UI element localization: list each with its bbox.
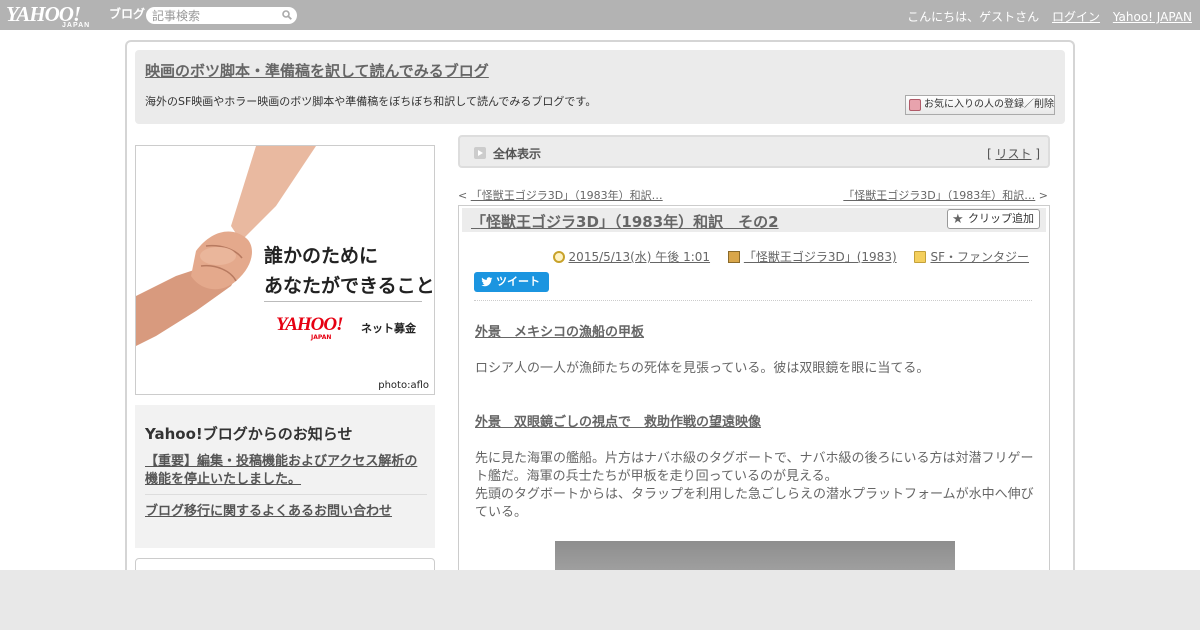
arrow-right-icon — [474, 147, 486, 159]
yahoo-japan-link[interactable]: Yahoo! JAPAN — [1113, 10, 1192, 24]
article-meta: 2015/5/13(水) 午後 1:01 「怪獣王ゴジラ3D」(1983) SF… — [539, 248, 1029, 265]
view-mode-bar: 全体表示 [ リスト ] — [458, 135, 1050, 168]
yahoo-logo: YAHOO! — [276, 314, 343, 335]
login-link[interactable]: ログイン — [1052, 10, 1100, 24]
article-header: 「怪獣王ゴジラ3D」（1983年）和訳 その2 ★ クリップ追加 — [462, 208, 1046, 232]
yahoo-logo-sub: JAPAN — [311, 334, 332, 341]
star-icon: ★ — [952, 212, 964, 227]
yahoo-blog-logo[interactable]: YAHOO! JAPAN ブログ — [6, 2, 145, 29]
net-donation-label: ネット募金 — [361, 322, 416, 335]
article: 「怪獣王ゴジラ3D」（1983年）和訳 その2 ★ クリップ追加 2015/5/… — [458, 205, 1050, 585]
twitter-bird-icon — [481, 277, 493, 287]
category-link[interactable]: SF・ファンタジー — [930, 250, 1029, 264]
banner-line-2: あなたができること — [264, 275, 435, 297]
list-link-wrapper: [ リスト ] — [987, 145, 1040, 162]
all-view-label: 全体表示 — [493, 147, 542, 161]
next-mark: > — [1035, 189, 1048, 202]
meta-divider — [474, 300, 1032, 301]
blog-title[interactable]: 映画のボツ脚本・準備稿を訳して読んでみるブログ — [145, 60, 489, 81]
top-bar: YAHOO! JAPAN ブログ こんにちは、ゲストさん ログイン Yahoo!… — [0, 0, 1200, 30]
list-bracket-close: ] — [1031, 147, 1040, 161]
notice-item-important[interactable]: 【重要】編集・投稿機能およびアクセス解析の機能を停止いたしました。 — [145, 453, 427, 495]
notice-box: Yahoo!ブログからのお知らせ 【重要】編集・投稿機能およびアクセス解析の機能… — [135, 405, 435, 548]
logo-blog: ブログ — [109, 7, 146, 21]
blog-frame: 映画のボツ脚本・準備稿を訳して読んでみるブログ 海外のSF映画やホラー映画のボツ… — [125, 40, 1075, 588]
favorite-register-button[interactable]: お気に入りの人の登録／削除 — [905, 95, 1055, 115]
clock-icon — [552, 251, 565, 263]
banner-line-1: 誰かのために — [264, 245, 379, 267]
article-date-link[interactable]: 2015/5/13(水) 午後 1:01 — [569, 250, 710, 264]
list-link[interactable]: リスト — [995, 147, 1031, 161]
blog-description: 海外のSF映画やホラー映画のボツ脚本や準備稿をぼちぼち和訳して読んでみるブログで… — [145, 95, 597, 108]
heart-icon — [909, 99, 921, 111]
donation-banner[interactable]: 誰かのために あなたができること YAHOO! JAPAN ネット募金 phot… — [135, 145, 435, 395]
prev-article-link[interactable]: 「怪獣王ゴジラ3D」（1983年）和訳… — [471, 189, 663, 202]
paragraph-1: ロシア人の一人が漁師たちの死体を見張っている。彼は双眼鏡を眼に当てる。 — [475, 361, 930, 376]
search-box — [146, 7, 297, 24]
book-icon — [727, 251, 740, 263]
user-nav: こんにちは、ゲストさん ログイン Yahoo! JAPAN — [907, 8, 1192, 25]
paragraph-3: 先頭のタグボートからは、タラップを利用した急ごしらえの潜水プラットフォームが水中… — [475, 487, 1034, 520]
banner-divider — [264, 301, 422, 302]
article-title[interactable]: 「怪獣王ゴジラ3D」（1983年）和訳 その2 — [471, 211, 779, 232]
notice-item-faq[interactable]: ブログ移行に関するよくあるお問い合わせ — [145, 500, 392, 519]
tweet-button[interactable]: ツイート — [474, 272, 549, 292]
folder-icon — [914, 251, 927, 263]
search-input[interactable] — [152, 8, 278, 23]
favorite-register-label: お気に入りの人の登録／削除 — [924, 99, 1054, 110]
scene-heading-2: 外景 双眼鏡ごしの視点で 救助作戦の望遠映像 — [475, 415, 762, 430]
next-article-link[interactable]: 「怪獣王ゴジラ3D」（1983年）和訳… — [843, 189, 1035, 202]
greeting-text: こんにちは、ゲストさん — [907, 10, 1040, 24]
scene-heading-1: 外景 メキシコの漁船の甲板 — [475, 325, 645, 340]
article-body: 外景 メキシコの漁船の甲板 ロシア人の一人が漁師たちの死体を見張っている。彼は双… — [475, 324, 1037, 522]
paragraph-2: 先に見た海軍の艦船。片方はナバホ級のタグボートで、ナバホ級の後ろにいる方は対潜フ… — [475, 451, 1034, 484]
blog-header: 映画のボツ脚本・準備稿を訳して読んでみるブログ 海外のSF映画やホラー映画のボツ… — [135, 50, 1065, 124]
prev-article-nav: < 「怪獣王ゴジラ3D」（1983年）和訳… — [458, 187, 663, 203]
clip-add-button[interactable]: ★ クリップ追加 — [947, 209, 1040, 229]
notice-title: Yahoo!ブログからのお知らせ — [145, 425, 353, 443]
tweet-label: ツイート — [496, 275, 540, 288]
logo-sub: JAPAN — [62, 22, 91, 29]
page-footer — [0, 570, 1200, 630]
next-article-nav: 「怪獣王ゴジラ3D」（1983年）和訳… > — [843, 187, 1048, 203]
main-area: 映画のボツ脚本・準備稿を訳して読んでみるブログ 海外のSF映画やホラー映画のボツ… — [0, 30, 1200, 588]
clip-add-label: クリップ追加 — [968, 212, 1034, 225]
search-icon[interactable] — [282, 10, 292, 20]
photo-credit: photo:aflo — [378, 380, 429, 391]
prev-mark: < — [458, 189, 471, 202]
book-link[interactable]: 「怪獣王ゴジラ3D」(1983) — [744, 250, 897, 264]
